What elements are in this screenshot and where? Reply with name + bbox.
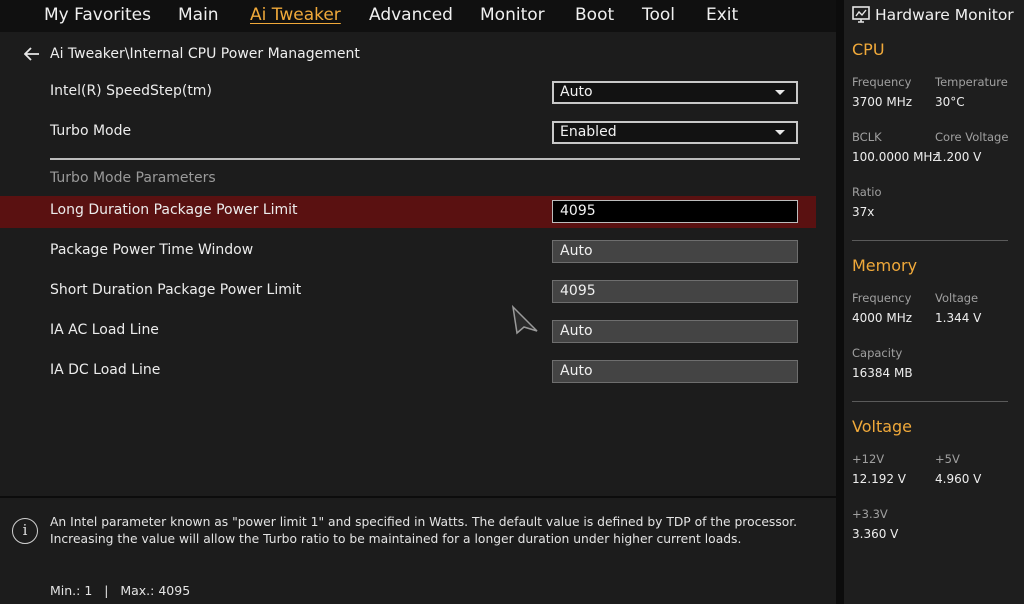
mouse-cursor-icon [511,305,538,335]
cpu-frequency-value: 3700 MHz [852,95,913,109]
help-text: An Intel parameter known as "power limit… [50,515,798,546]
ia-ac-load-line-input[interactable]: Auto [552,320,798,343]
v5-value: 4.960 V [935,472,982,486]
chevron-down-icon [775,90,785,95]
speedstep-label: Intel(R) SpeedStep(tm) [50,83,212,99]
core-voltage-value: 1.200 V [935,150,982,164]
bclk-value: 100.0000 MHz [852,150,939,164]
bclk-label: BCLK [852,130,882,144]
hardware-monitor-title-text: Hardware Monitor [875,6,1014,24]
value-range: Min.: 1 | Max.: 4095 [50,583,191,598]
tab-my-favorites[interactable]: My Favorites [44,5,151,25]
core-voltage-label: Core Voltage [935,130,1009,144]
turbo-mode-select[interactable]: Enabled [552,121,798,144]
speedstep-value: Auto [560,84,593,100]
ratio-label: Ratio [852,185,882,199]
ratio-value: 37x [852,205,875,219]
settings-panel: Ai Tweaker\Internal CPU Power Management… [0,32,836,496]
section-title: Turbo Mode Parameters [50,170,216,186]
cpu-frequency-label: Frequency [852,75,912,89]
v12-value: 12.192 V [852,472,907,486]
tab-tool[interactable]: Tool [642,5,675,25]
bios-screen: My Favorites Main Ai Tweaker Advanced Mo… [0,0,1024,604]
ia-dc-load-line-label: IA DC Load Line [50,362,161,378]
v33-value: 3.360 V [852,527,899,541]
divider [50,158,800,160]
help-panel: i An Intel parameter known as "power lim… [0,498,836,604]
capacity-label: Capacity [852,346,903,360]
chevron-down-icon [775,130,785,135]
tab-boot[interactable]: Boot [575,5,614,25]
memory-voltage-value: 1.344 V [935,311,982,325]
short-duration-input[interactable]: 4095 [552,280,798,303]
long-duration-label: Long Duration Package Power Limit [50,202,298,218]
top-menu: My Favorites Main Ai Tweaker Advanced Mo… [0,0,836,32]
short-duration-label: Short Duration Package Power Limit [50,282,302,298]
tab-monitor[interactable]: Monitor [480,5,545,25]
breadcrumb: Ai Tweaker\Internal CPU Power Management [24,44,360,64]
hardware-monitor: Hardware Monitor CPU Frequency 3700 MHz … [844,0,1024,604]
hardware-monitor-title: Hardware Monitor [852,6,1014,24]
tab-main[interactable]: Main [178,5,219,25]
memory-voltage-label: Voltage [935,291,979,305]
memory-frequency-label: Frequency [852,291,912,305]
speedstep-select[interactable]: Auto [552,81,798,104]
memory-section-title: Memory [852,256,918,275]
divider [852,401,1008,402]
memory-frequency-value: 4000 MHz [852,311,913,325]
monitor-icon [852,6,870,23]
tab-advanced[interactable]: Advanced [369,5,453,25]
back-arrow-icon[interactable] [24,47,40,61]
ia-ac-load-line-label: IA AC Load Line [50,322,159,338]
voltage-section-title: Voltage [852,417,913,436]
time-window-input[interactable]: Auto [552,240,798,263]
divider [852,240,1008,241]
v12-label: +12V [852,452,885,466]
cpu-temperature-label: Temperature [935,75,1008,89]
info-icon: i [12,518,38,544]
breadcrumb-path: Ai Tweaker\Internal CPU Power Management [50,46,360,62]
turbo-mode-label: Turbo Mode [50,123,132,139]
v5-label: +5V [935,452,960,466]
tab-exit[interactable]: Exit [706,5,738,25]
cpu-temperature-value: 30°C [935,95,965,109]
ia-dc-load-line-input[interactable]: Auto [552,360,798,383]
long-duration-input[interactable]: 4095 [552,200,798,223]
turbo-mode-value: Enabled [560,124,617,140]
time-window-label: Package Power Time Window [50,242,254,258]
v33-label: +3.3V [852,507,888,521]
cpu-section-title: CPU [852,40,885,59]
capacity-value: 16384 MB [852,366,913,380]
tab-ai-tweaker[interactable]: Ai Tweaker [250,5,341,25]
